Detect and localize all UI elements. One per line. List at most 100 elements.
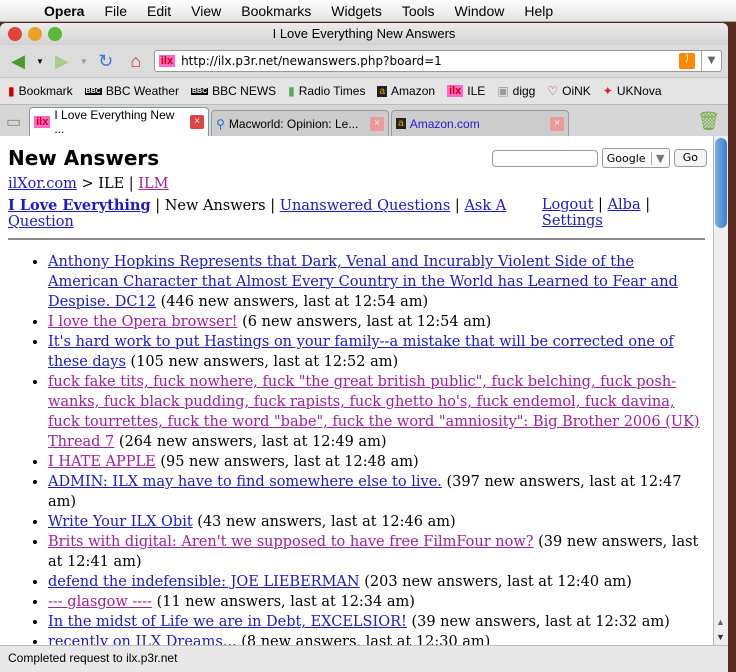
close-window-button[interactable] [8,27,22,41]
breadcrumb: ilXor.com > ILE | ILM [8,176,169,192]
uknova-icon: ✦ [602,84,613,98]
tab-amazon[interactable]: a Amazon.com × [391,110,570,136]
scroll-up-icon[interactable]: ▲ [716,617,725,627]
bookmark-icon: ▮ [288,84,295,98]
menu-view[interactable]: View [191,3,221,19]
thread-link[interactable]: I love the Opera browser! [48,314,238,330]
title-bar: I Love Everything New Answers [0,23,728,45]
thread-item: Brits with digital: Aren't we supposed t… [48,532,707,572]
tab-macworld[interactable]: ⚲ Macworld: Opinion: Le... × [211,110,390,136]
site-favicon: ilx [158,55,176,67]
thread-link[interactable]: ADMIN: ILX may have to find somewhere el… [48,474,442,490]
forward-dropdown-icon[interactable]: ▼ [80,57,88,66]
status-text: Completed request to ilx.p3r.net [8,651,178,665]
vertical-scrollbar[interactable]: ▲ ▼ [713,136,728,645]
navigation-toolbar: ◀ ▼ ▶ ▼ ↻ ⌂ ilx http://ilx.p3r.net/newan… [0,45,728,77]
amazon-icon: a [396,118,406,129]
thread-meta: (95 new answers, last at 12:48 am) [160,454,419,470]
thread-meta: (105 new answers, last at 12:52 am) [130,354,399,370]
unanswered-link[interactable]: Unanswered Questions [280,198,451,214]
menu-edit[interactable]: Edit [147,3,171,19]
thread-link[interactable]: recently on ILX Dreams... [48,634,237,645]
thread-meta: (203 new answers, last at 12:40 am) [364,574,632,590]
bookmark-bookmark[interactable]: ▮ Bookmark [8,84,73,98]
bookmark-icon: ▮ [8,84,15,98]
bbc-logo-icon: BBC [190,87,209,95]
back-icon[interactable]: ◀ [6,51,30,72]
oink-icon: ♡ [547,84,559,98]
go-button[interactable]: Go [673,149,707,167]
bookmark-uknova[interactable]: ✦ UKNova [603,84,662,98]
thread-list: Anthony Hopkins Represents that Dark, Ve… [48,252,713,645]
menu-opera[interactable]: Opera [44,3,84,19]
page-content: New Answers Google ▼ Go ilXor.com > ILE |… [0,136,713,645]
thread-item: fuck fake tits, fuck nowhere, fuck "the … [48,372,707,452]
forward-icon[interactable]: ▶ [50,51,74,72]
thread-item: It's hard work to put Hastings on your f… [48,332,707,372]
search-input[interactable] [491,149,598,167]
ilx-icon: ilx [447,85,464,97]
thread-link[interactable]: In the midst of Life we are in Debt, EXC… [48,614,407,630]
chevron-down-icon: ▼ [650,151,669,165]
thread-item: In the midst of Life we are in Debt, EXC… [48,612,707,632]
thread-link[interactable]: I HATE APPLE [48,454,156,470]
user-link[interactable]: Alba [608,197,641,213]
status-bar: Completed request to ilx.p3r.net [0,645,728,672]
logout-link[interactable]: Logout [542,197,594,213]
close-tab-icon[interactable]: × [190,115,205,129]
trash-icon[interactable]: 🗑 [697,111,720,132]
thread-link[interactable]: Brits with digital: Aren't we supposed t… [48,534,534,550]
thread-item: defend the indefensible: JOE LIEBERMAN (… [48,572,707,592]
zoom-window-button[interactable] [48,27,62,41]
minimize-window-button[interactable] [28,27,42,41]
rss-feed-icon[interactable]: ) [679,53,695,69]
home-link[interactable]: I Love Everything [8,197,151,214]
close-tab-icon[interactable]: × [370,116,385,131]
scroll-down-icon[interactable]: ▼ [716,632,725,642]
thread-meta: (39 new answers, last at 12:32 am) [411,614,670,630]
bookmark-bbc-news[interactable]: BBC BBC NEWS [190,84,276,98]
thread-link[interactable]: Write Your ILX Obit [48,514,193,530]
bbc-logo-icon: BBC [84,87,102,95]
address-bar[interactable]: ilx http://ilx.p3r.net/newanswers.php?bo… [153,50,722,72]
ilm-link[interactable]: ILM [138,176,168,192]
settings-link[interactable]: Settings [542,213,603,229]
menu-bookmarks[interactable]: Bookmarks [241,3,311,19]
thread-item: I love the Opera browser! (6 new answers… [48,312,707,332]
menu-bar: Opera File Edit View Bookmarks Widgets T… [0,0,736,22]
bookmark-amazon[interactable]: a Amazon [377,84,435,98]
menu-help[interactable]: Help [524,3,553,19]
thread-link[interactable]: defend the indefensible: JOE LIEBERMAN [48,574,360,590]
tab-ilx[interactable]: ilx I Love Everything New ... × [29,107,210,136]
home-icon[interactable]: ⌂ [124,51,148,72]
address-text[interactable]: http://ilx.p3r.net/newanswers.php?board=… [181,54,442,68]
site-link[interactable]: ilXor.com [8,176,77,192]
search-engine-select[interactable]: Google ▼ [601,148,670,168]
thread-item: Write Your ILX Obit (43 new answers, las… [48,512,707,532]
bookmark-digg[interactable]: ▣ digg [497,84,535,98]
menu-window[interactable]: Window [455,3,505,19]
amazon-icon: a [377,85,388,97]
menu-widgets[interactable]: Widgets [331,3,382,19]
address-dropdown-icon[interactable]: ▼ [701,51,721,71]
thread-link[interactable]: --- glasgow ---- [48,594,152,610]
close-tab-icon[interactable]: × [550,116,565,131]
new-tab-icon[interactable]: ▭ [6,112,21,132]
reload-icon[interactable]: ↻ [94,51,118,72]
bookmark-radio-times[interactable]: ▮ Radio Times [288,84,365,98]
thread-meta: (8 new answers, last at 12:30 am) [241,634,491,645]
thread-item: Anthony Hopkins Represents that Dark, Ve… [48,252,707,312]
thread-meta: (11 new answers, last at 12:34 am) [156,594,415,610]
bookmark-bbc-weather[interactable]: BBC BBC Weather [84,84,179,98]
thread-meta: (43 new answers, last at 12:46 am) [197,514,456,530]
macworld-icon: ⚲ [216,116,225,131]
menu-tools[interactable]: Tools [402,3,435,19]
scrollbar-thumb[interactable] [715,138,727,228]
menu-file[interactable]: File [104,3,127,19]
back-dropdown-icon[interactable]: ▼ [36,57,44,66]
window-title: I Love Everything New Answers [272,26,456,41]
thread-meta: (6 new answers, last at 12:54 am) [242,314,492,330]
bookmark-oink[interactable]: ♡ OiNK [547,84,590,98]
current-page-label: New Answers [164,198,266,214]
bookmark-ile[interactable]: ilx ILE [447,84,485,98]
